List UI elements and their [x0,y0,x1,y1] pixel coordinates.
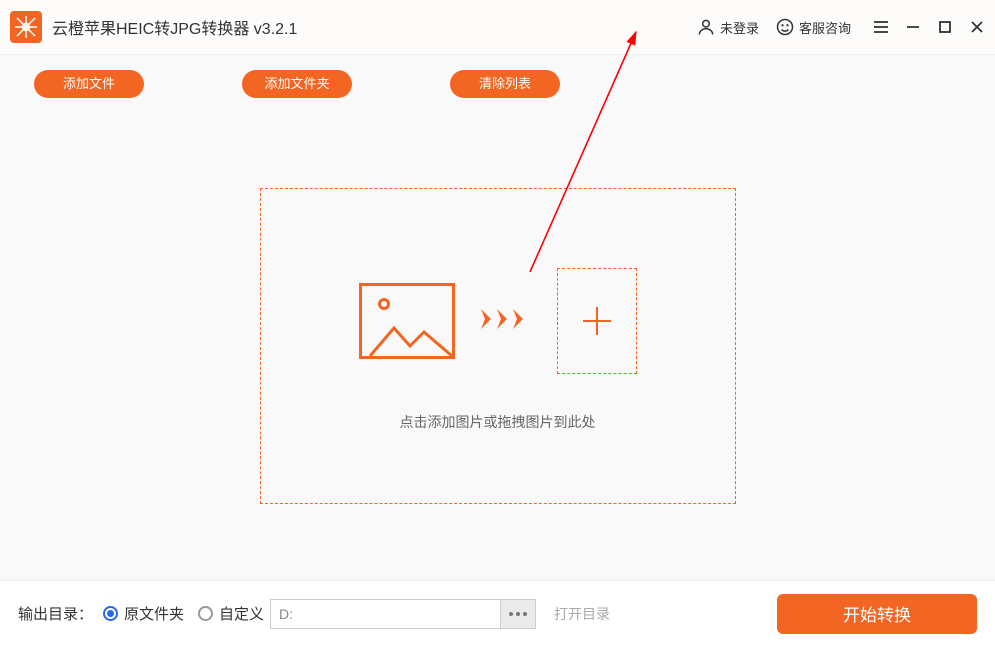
arrows-icon [481,307,531,336]
output-radio-group: 原文件夹 自定义 [103,603,264,624]
browse-button[interactable] [500,599,536,629]
open-dir-link[interactable]: 打开目录 [554,604,610,624]
toolbar: 添加文件 添加文件夹 清除列表 [0,54,995,112]
login-status: 未登录 [720,18,759,37]
smile-icon [775,17,795,37]
support-label: 客服咨询 [799,18,851,37]
footer: 输出目录： 原文件夹 自定义 打开目录 开始转换 [0,580,995,646]
output-path-input[interactable] [270,599,500,629]
image-icon [359,283,455,359]
clear-list-button[interactable]: 清除列表 [450,70,560,98]
radio-indicator-checked [103,606,118,621]
app-title: 云橙苹果HEIC转JPG转换器 v3.2.1 [52,15,297,39]
app-logo [10,11,42,43]
add-placeholder [557,268,637,374]
output-dir-label: 输出目录： [18,603,93,624]
login-section[interactable]: 未登录 [696,17,765,37]
support-section[interactable]: 客服咨询 [775,17,857,37]
main-area: 点击添加图片或拖拽图片到此处 [0,112,995,580]
ellipsis-icon [509,612,527,616]
menu-button[interactable] [867,13,895,41]
close-button[interactable] [963,13,991,41]
dropzone-graphics [359,268,637,374]
add-file-button[interactable]: 添加文件 [34,70,144,98]
add-folder-button[interactable]: 添加文件夹 [242,70,352,98]
radio-original-folder[interactable]: 原文件夹 [103,603,184,624]
radio-indicator [198,606,213,621]
maximize-button[interactable] [931,13,959,41]
minimize-button[interactable] [899,13,927,41]
dropzone-hint: 点击添加图片或拖拽图片到此处 [400,412,596,432]
radio-custom-label: 自定义 [219,603,264,624]
radio-custom-folder[interactable]: 自定义 [198,603,264,624]
radio-original-label: 原文件夹 [124,603,184,624]
dropzone[interactable]: 点击添加图片或拖拽图片到此处 [260,188,736,504]
user-icon [696,17,716,37]
start-convert-button[interactable]: 开始转换 [777,594,977,634]
titlebar: 云橙苹果HEIC转JPG转换器 v3.2.1 未登录 客服咨询 [0,0,995,54]
